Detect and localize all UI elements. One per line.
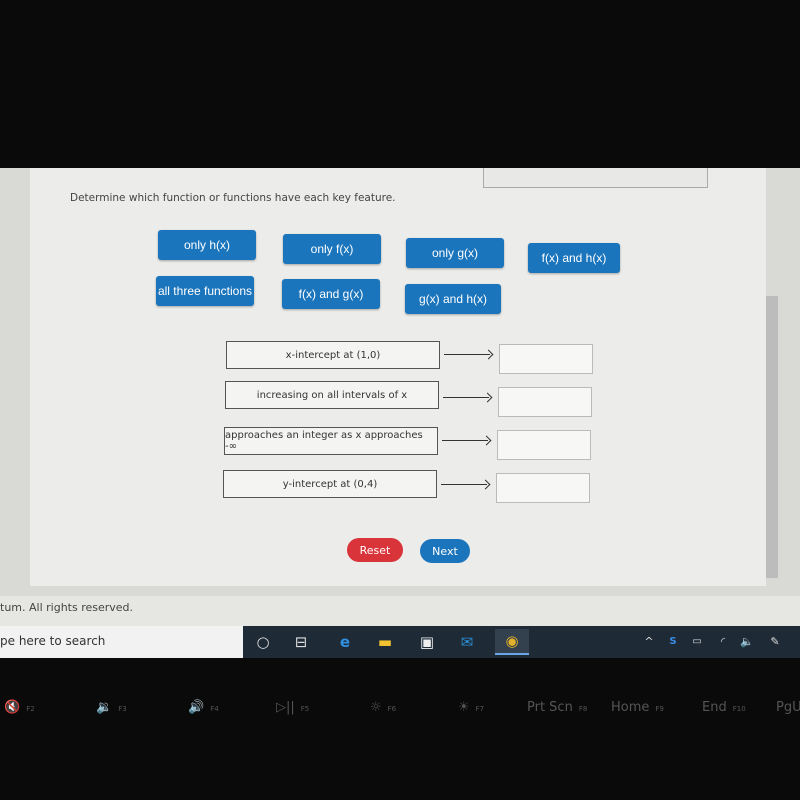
key-f3: 🔉 F3 (96, 700, 127, 715)
store-icon[interactable]: ▣ (417, 632, 437, 652)
key-f2: 🔇 F2 (4, 700, 35, 715)
shield-icon[interactable]: S (663, 632, 683, 652)
arrow-icon (443, 393, 493, 403)
feature-asymptote: approaches an integer as x approaches -∞ (224, 427, 438, 455)
drop-zone-2[interactable] (498, 387, 592, 417)
graph-fragment (483, 168, 708, 188)
key-f9: Home F9 (611, 700, 664, 715)
arrow-icon (441, 480, 491, 490)
question-card: Determine which function or functions ha… (30, 168, 766, 586)
cortana-icon[interactable]: ○ (253, 632, 273, 652)
page-area: Determine which function or functions ha… (0, 168, 800, 596)
feature-x-intercept: x-intercept at (1,0) (226, 341, 440, 369)
copyright-footer: tum. All rights reserved. (0, 596, 800, 626)
file-explorer-icon[interactable]: ▬ (375, 632, 395, 652)
chevron-up-icon[interactable]: ^ (639, 632, 659, 652)
wifi-icon[interactable]: ◜ (713, 632, 733, 652)
pen-icon[interactable]: ✎ (765, 632, 785, 652)
key-f7: ☀ F7 (458, 700, 485, 715)
volume-icon[interactable]: 🔈 (737, 632, 757, 652)
arrow-icon (444, 350, 494, 360)
choice-only-h[interactable]: only h(x) (158, 230, 256, 260)
feature-increasing: increasing on all intervals of x (225, 381, 439, 409)
choice-f-and-h[interactable]: f(x) and h(x) (528, 243, 620, 273)
key-f4: 🔊 F4 (188, 700, 219, 715)
drop-zone-1[interactable] (499, 344, 593, 374)
drop-zone-4[interactable] (496, 473, 590, 503)
choice-f-and-g[interactable]: f(x) and g(x) (282, 279, 380, 309)
edge-icon[interactable]: e (335, 632, 355, 652)
chrome-icon[interactable]: ◉ (495, 629, 529, 655)
choice-g-and-h[interactable]: g(x) and h(x) (405, 284, 501, 314)
reset-button[interactable]: Reset (347, 538, 403, 562)
instruction-text: Determine which function or functions ha… (70, 192, 396, 204)
choice-only-g[interactable]: only g(x) (406, 238, 504, 268)
drop-zone-3[interactable] (497, 430, 591, 460)
key-f8: Prt Scn F8 (527, 700, 588, 715)
key-f5: ▷|| F5 (276, 700, 310, 715)
key-f10: End F10 (702, 700, 746, 715)
battery-icon[interactable]: ▭ (687, 632, 707, 652)
scrollbar[interactable] (766, 296, 778, 578)
key-pgup: PgU (776, 700, 800, 715)
choice-only-f[interactable]: only f(x) (283, 234, 381, 264)
feature-y-intercept: y-intercept at (0,4) (223, 470, 437, 498)
mail-icon[interactable]: ✉ (457, 632, 477, 652)
choice-all-three[interactable]: all three functions (156, 276, 254, 306)
next-button[interactable]: Next (420, 539, 470, 563)
taskbar-search-input[interactable]: pe here to search (0, 626, 243, 658)
task-view-icon[interactable]: ⊟ (291, 632, 311, 652)
key-f6: ☼ F6 (370, 700, 397, 715)
arrow-icon (442, 436, 492, 446)
taskbar: ○ ⊟ e ▬ ▣ ✉ ◉ ^ S ▭ ◜ 🔈 ✎ (243, 626, 800, 658)
